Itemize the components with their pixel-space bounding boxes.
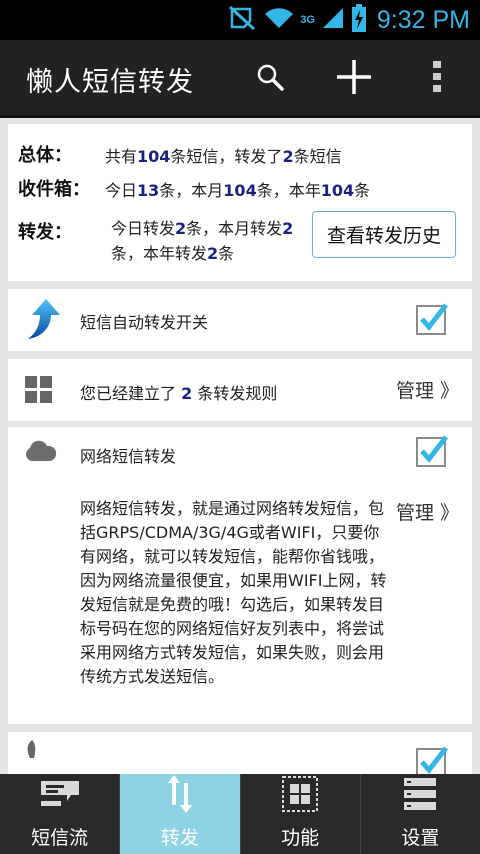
message-stream-icon: [40, 774, 79, 813]
next-setting-checkbox[interactable]: [416, 746, 448, 774]
forward-stats: 今日转发2条，本月转发2条，本年转发2条: [111, 219, 294, 263]
auto-forward-checkbox[interactable]: [416, 303, 448, 335]
add-icon: [334, 57, 374, 101]
network-forward-title: 网络短信转发: [80, 447, 177, 466]
grid-icon: [25, 376, 53, 408]
auto-forward-label: 短信自动转发开关: [80, 313, 209, 332]
pin-icon: [24, 740, 40, 764]
overall-label: 总体：: [18, 145, 72, 166]
bottom-navigation: 短信流 转发 功能 设置: [0, 774, 480, 854]
manage-rules-link[interactable]: 管理 》: [396, 376, 459, 403]
signal-icon: [321, 6, 345, 34]
auto-forward-row[interactable]: 短信自动转发开关: [8, 289, 472, 351]
overall-stats: 共有104条短信，转发了2条短信: [105, 147, 342, 166]
main-content[interactable]: 总体： 共有104条短信，转发了2条短信 收件箱： 今日13条，本月104条，本…: [0, 118, 480, 774]
settings-stack-icon: [404, 774, 437, 813]
inbox-label: 收件箱：: [18, 179, 90, 200]
no-sim-icon: [228, 5, 258, 35]
summary-card: 总体： 共有104条短信，转发了2条短信 收件箱： 今日13条，本月104条，本…: [8, 124, 472, 281]
status-icons: 3G 9:32 PM: [228, 4, 470, 36]
overflow-menu-icon: [432, 60, 442, 98]
tab-functions[interactable]: 功能: [241, 774, 361, 854]
app-title: 懒人短信转发: [26, 67, 194, 98]
network-forward-checkbox[interactable]: [416, 435, 448, 467]
wifi-icon: [264, 6, 294, 34]
overflow-menu-button[interactable]: [410, 52, 464, 106]
battery-charging-icon: [351, 4, 367, 36]
tab-settings[interactable]: 设置: [361, 774, 480, 854]
status-bar-redacted-area: [12, 6, 200, 42]
add-button[interactable]: [327, 52, 381, 106]
forward-arrow-icon: [22, 297, 62, 347]
checkmark-icon: [420, 435, 448, 463]
network-forward-description: 网络短信转发，就是通过网络转发短信，包括GRPS/CDMA/3G/4G或者WIF…: [80, 499, 387, 686]
status-time: 9:32 PM: [376, 5, 470, 34]
search-button[interactable]: [243, 52, 297, 106]
tab-label: 功能: [281, 827, 320, 849]
action-bar: 懒人短信转发: [0, 40, 480, 118]
manage-network-link[interactable]: 管理 》: [396, 498, 459, 525]
3g-icon: 3G: [300, 14, 315, 26]
checkmark-icon: [420, 746, 448, 774]
rules-row[interactable]: 您已经建立了 2 条转发规则 管理 》: [8, 359, 472, 421]
tab-forward[interactable]: 转发: [120, 774, 241, 854]
forward-label: 转发：: [18, 222, 72, 243]
rules-summary: 您已经建立了 2 条转发规则: [80, 384, 278, 403]
network-forward-card: 网络短信转发 管理 》 网络短信转发，就是通过网络转发短信，包括GRPS/CDM…: [8, 427, 472, 724]
checkmark-icon: [420, 303, 448, 331]
grid-icon: [282, 774, 319, 813]
cloud-icon: [23, 440, 57, 466]
status-bar: 3G 9:32 PM: [0, 0, 480, 42]
tab-label: 转发: [160, 827, 199, 849]
search-icon: [255, 62, 285, 96]
view-history-button[interactable]: 查看转发历史: [312, 211, 456, 258]
transfer-arrows-icon: [167, 774, 192, 813]
next-setting-row[interactable]: [8, 732, 472, 774]
tab-label: 短信流: [31, 827, 89, 849]
tab-message-stream[interactable]: 短信流: [0, 774, 121, 854]
inbox-stats: 今日13条，本月104条，本年104条: [105, 181, 371, 200]
tab-label: 设置: [401, 827, 440, 849]
